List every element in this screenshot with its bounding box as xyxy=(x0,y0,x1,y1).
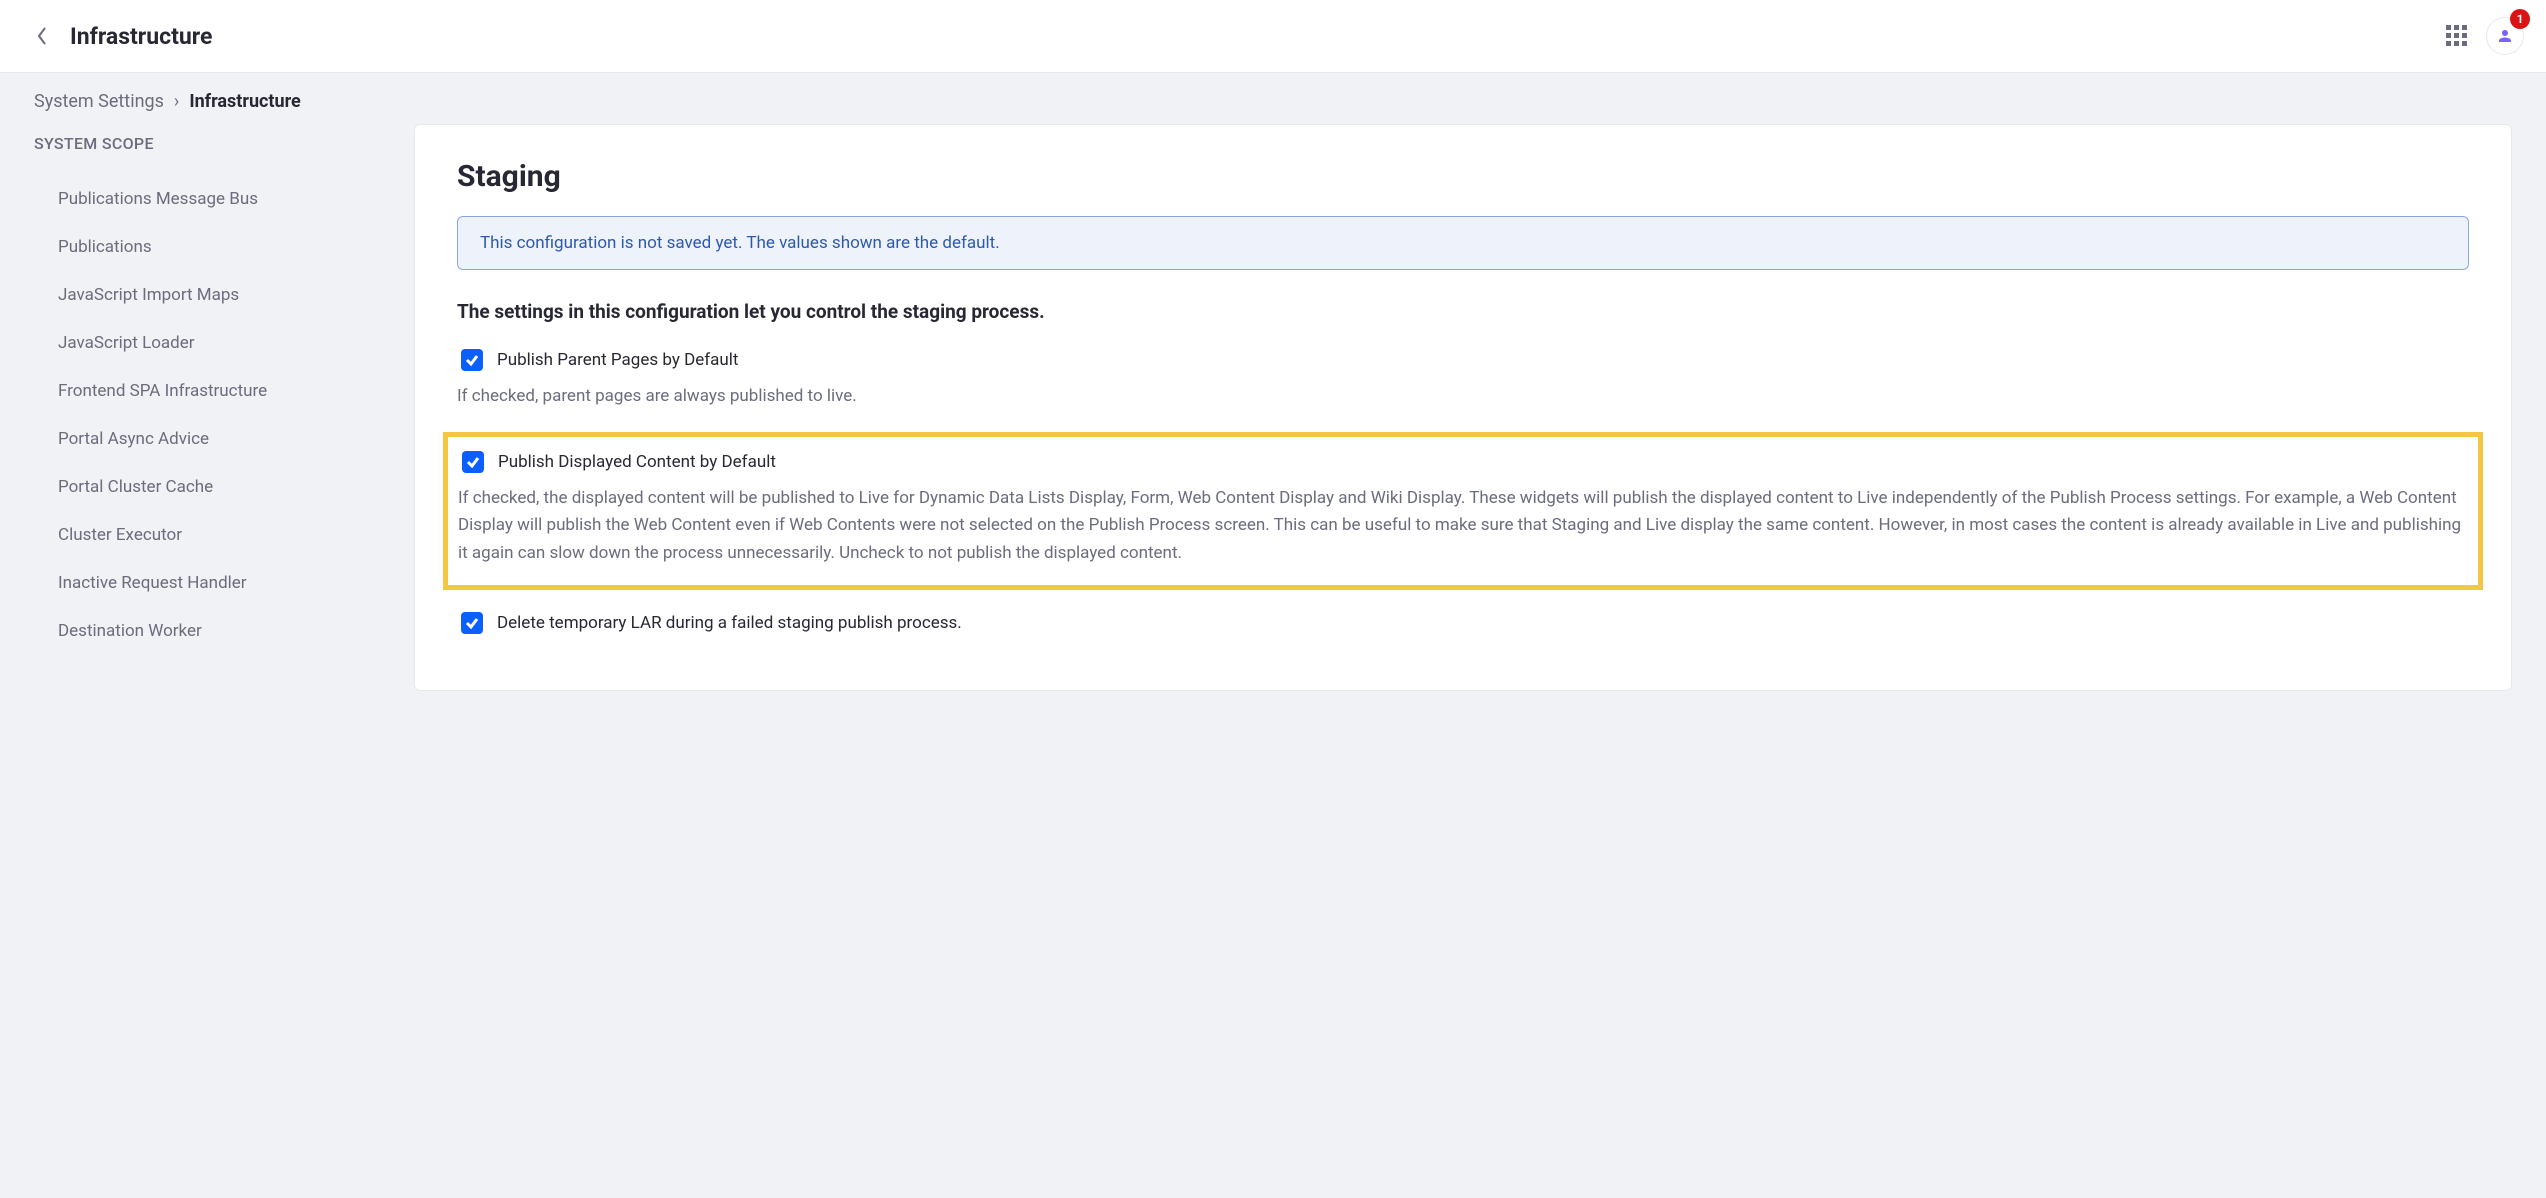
sidebar-list: Publications Message Bus Publications Ja… xyxy=(34,175,384,655)
checkbox-publish-parent-pages[interactable] xyxy=(461,349,483,371)
chevron-right-icon: › xyxy=(174,91,179,112)
section-description: The settings in this configuration let y… xyxy=(457,300,2469,323)
sidebar-item[interactable]: Frontend SPA Infrastructure xyxy=(34,367,384,415)
info-banner: This configuration is not saved yet. The… xyxy=(457,216,2469,270)
check-icon xyxy=(465,353,479,367)
setting-help: If checked, parent pages are always publ… xyxy=(457,383,2469,410)
sidebar-item[interactable]: Publications xyxy=(34,223,384,271)
sidebar-item[interactable]: Inactive Request Handler xyxy=(34,559,384,607)
scope-label: SYSTEM SCOPE xyxy=(34,134,384,153)
page-title: Infrastructure xyxy=(70,23,212,50)
topbar: Infrastructure 1 xyxy=(0,0,2546,73)
setting-label: Delete temporary LAR during a failed sta… xyxy=(497,613,962,633)
check-icon xyxy=(465,616,479,630)
sidebar-item[interactable]: JavaScript Import Maps xyxy=(34,271,384,319)
back-button[interactable] xyxy=(28,22,56,50)
sidebar-item[interactable]: Portal Cluster Cache xyxy=(34,463,384,511)
breadcrumb: System Settings › Infrastructure xyxy=(0,73,2546,124)
setting-label: Publish Displayed Content by Default xyxy=(498,452,776,472)
setting-label: Publish Parent Pages by Default xyxy=(497,350,738,370)
user-icon xyxy=(2496,27,2514,45)
breadcrumb-current: Infrastructure xyxy=(189,91,300,112)
setting-help: If checked, the displayed content will b… xyxy=(458,485,2468,567)
setting-publish-displayed-content: Publish Displayed Content by Default If … xyxy=(443,432,2483,590)
setting-publish-parent-pages: Publish Parent Pages by Default If check… xyxy=(457,349,2469,410)
sidebar-item[interactable]: Publications Message Bus xyxy=(34,175,384,223)
main-panel: Staging This configuration is not saved … xyxy=(414,124,2512,691)
chevron-left-icon xyxy=(36,26,48,46)
user-menu[interactable]: 1 xyxy=(2486,17,2524,55)
checkbox-delete-temp-lar[interactable] xyxy=(461,612,483,634)
panel-heading: Staging xyxy=(457,159,2469,194)
sidebar-item[interactable]: Cluster Executor xyxy=(34,511,384,559)
breadcrumb-parent[interactable]: System Settings xyxy=(34,91,164,112)
apps-grid-icon[interactable] xyxy=(2446,25,2468,47)
topbar-right: 1 xyxy=(2446,17,2524,55)
sidebar-item[interactable]: Portal Async Advice xyxy=(34,415,384,463)
setting-delete-temp-lar: Delete temporary LAR during a failed sta… xyxy=(457,612,2469,634)
sidebar-item[interactable]: JavaScript Loader xyxy=(34,319,384,367)
notification-badge: 1 xyxy=(2510,9,2530,29)
sidebar-item[interactable]: Destination Worker xyxy=(34,607,384,655)
check-icon xyxy=(466,455,480,469)
layout: SYSTEM SCOPE Publications Message Bus Pu… xyxy=(0,124,2546,721)
sidebar: SYSTEM SCOPE Publications Message Bus Pu… xyxy=(34,124,384,655)
checkbox-publish-displayed-content[interactable] xyxy=(462,451,484,473)
